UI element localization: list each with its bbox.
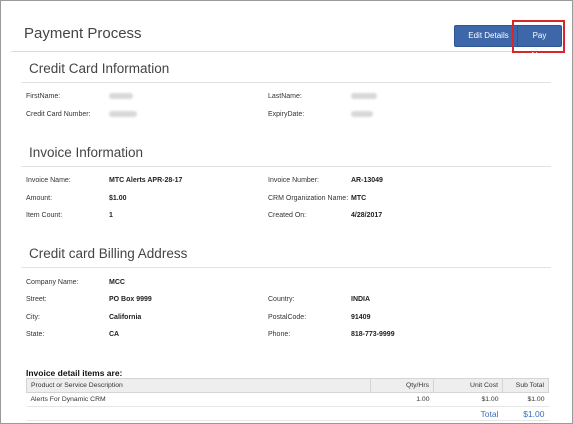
item-count-value: 1 [109,212,113,219]
column-header-subtotal: Sub Total [502,378,549,393]
company-name-label: Company Name: [26,279,79,286]
total-value: $1.00 [502,406,549,421]
table-row: Alerts For Dynamic CRM 1.00 $1.00 $1.00 [26,392,549,407]
postal-code-label: PostalCode: [268,314,307,321]
section-title-invoice: Invoice Information [21,145,551,167]
total-row: Total $1.00 [26,406,549,421]
crm-org-label: CRM Organization Name: [268,195,349,202]
invoice-items-table: Product or Service Description Qty/Hrs U… [26,378,549,421]
expiry-date-value [351,111,373,119]
city-value: California [109,314,142,321]
crm-org-value: MTC [351,195,367,202]
amount-label: Amount: [26,195,53,202]
item-description: Alerts For Dynamic CRM [26,392,371,407]
city-label: City: [26,314,40,321]
total-label: Total [433,406,503,421]
page-title: Payment Process [24,25,142,42]
pay-now-button[interactable]: Pay Now [517,25,562,60]
phone-label: Phone: [268,331,291,338]
last-name-value [351,93,377,101]
phone-value: 818-773-9999 [351,331,395,338]
street-value: PO Box 9999 [109,296,152,303]
page-header: Payment Process Edit Details Pay Now [11,15,565,60]
pay-now-highlight: Pay Now [512,20,565,60]
section-title-credit-card: Credit Card Information [21,61,551,83]
item-subtotal: $1.00 [502,392,549,407]
items-heading: Invoice detail items are: [26,368,123,378]
card-number-value [109,111,137,119]
last-name-label: LastName: [268,93,302,100]
invoice-section: Invoice Information [21,145,551,167]
column-header-description: Product or Service Description [26,378,371,393]
state-value: CA [109,331,120,338]
column-header-unit-cost: Unit Cost [433,378,503,393]
expiry-date-label: ExpiryDate: [268,111,305,118]
invoice-name-label: Invoice Name: [26,177,71,184]
postal-code-value: 91409 [351,314,371,321]
created-on-value: 4/28/2017 [351,212,383,219]
credit-card-section: Credit Card Information [21,61,551,83]
street-label: Street: [26,296,47,303]
column-header-qty: Qty/Hrs [370,378,434,393]
invoice-name-value: MTC Alerts APR-28-17 [109,177,183,184]
first-name-label: FirstName: [26,93,61,100]
country-value: INDIA [351,296,371,303]
table-header-row: Product or Service Description Qty/Hrs U… [26,378,549,393]
country-label: Country: [268,296,295,303]
created-on-label: Created On: [268,212,307,219]
item-count-label: Item Count: [26,212,63,219]
company-name-value: MCC [109,279,125,286]
invoice-number-label: Invoice Number: [268,177,319,184]
invoice-number-value: AR-13049 [351,177,383,184]
state-label: State: [26,331,45,338]
section-title-billing: Credit card Billing Address [21,246,551,268]
item-unit-cost: $1.00 [433,392,503,407]
first-name-value [109,93,133,101]
payment-window: Payment Process Edit Details Pay Now Cre… [0,0,573,424]
amount-value: $1.00 [109,195,127,202]
card-number-label: Credit Card Number: [26,111,91,118]
item-qty: 1.00 [370,392,434,407]
billing-section: Credit card Billing Address [21,246,551,268]
